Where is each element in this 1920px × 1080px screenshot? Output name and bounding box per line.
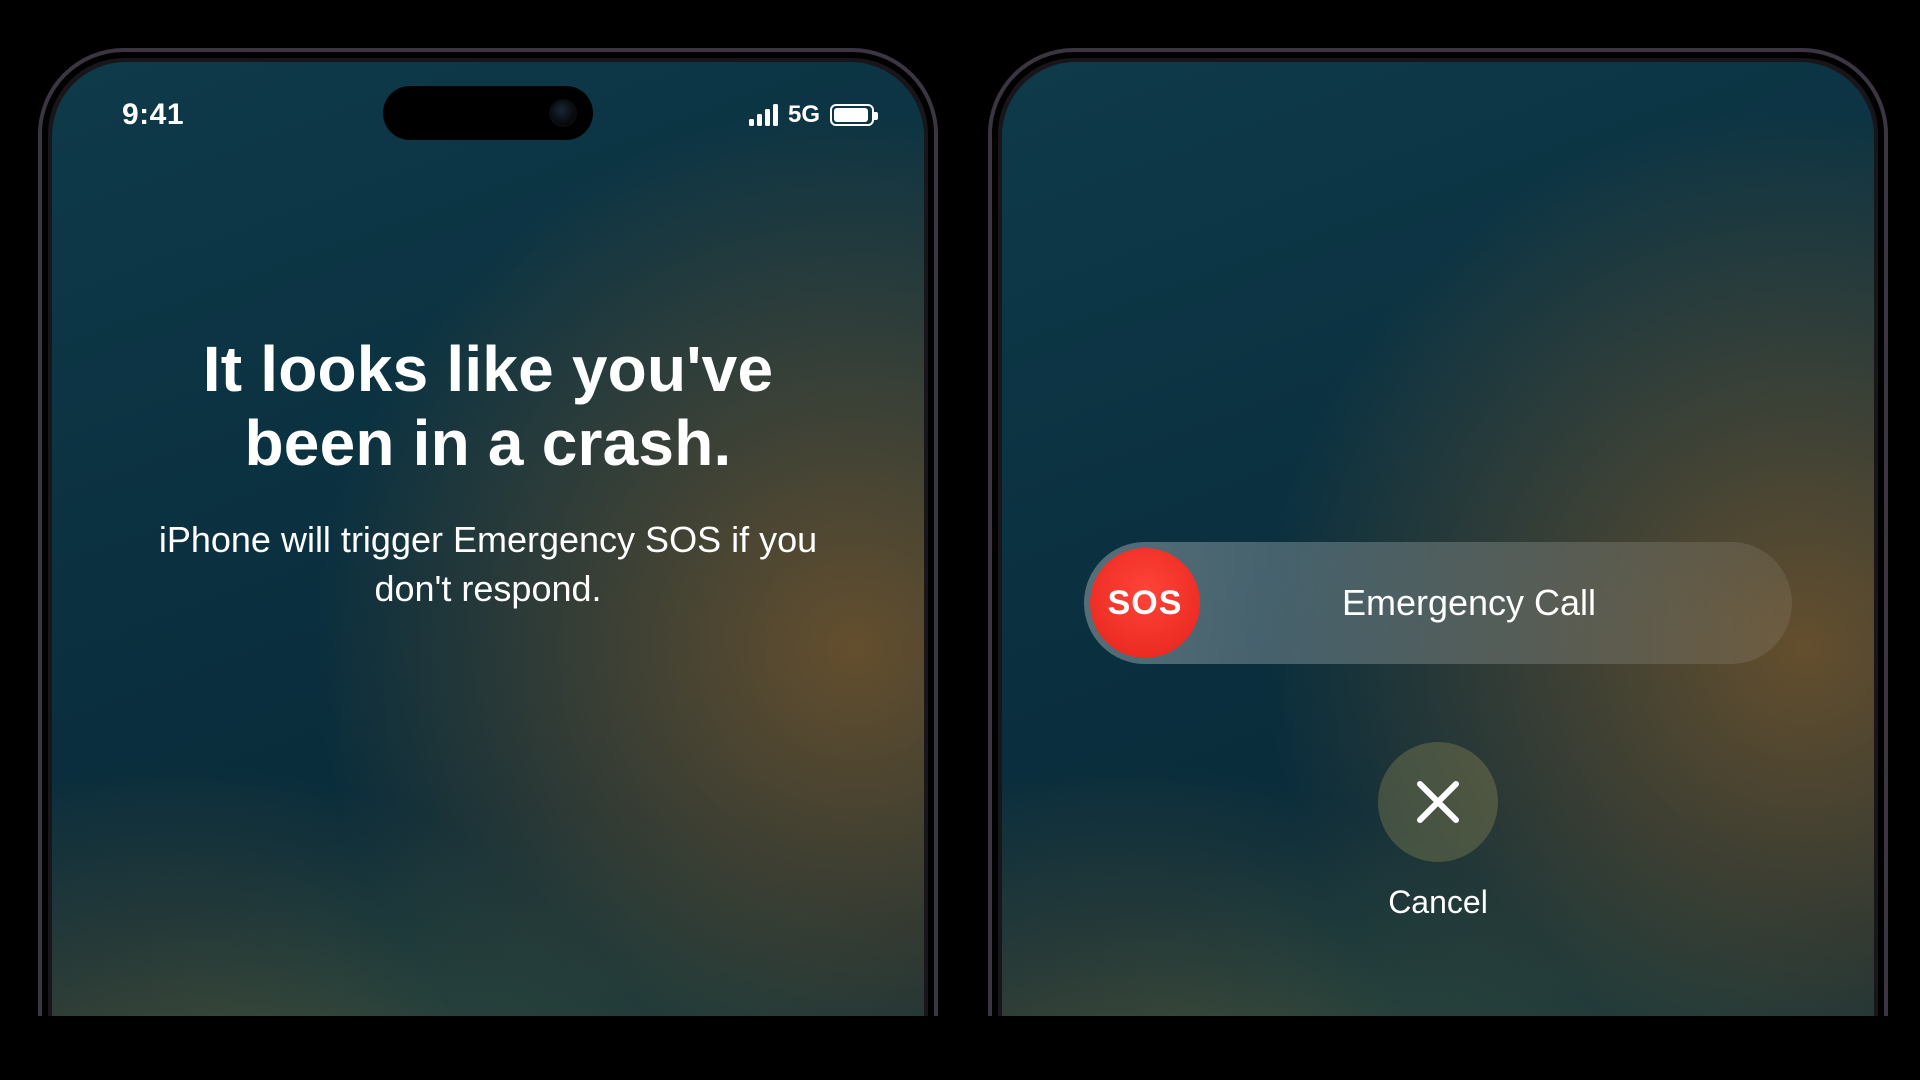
phone-screen-right: SOS Emergency Call Cancel — [1002, 62, 1874, 1080]
cancel-button[interactable] — [1378, 742, 1498, 862]
close-icon — [1412, 776, 1464, 828]
crash-headline: It looks like you've been in a crash. — [122, 332, 854, 480]
battery-icon — [830, 104, 874, 126]
crash-subtext: iPhone will trigger Emergency SOS if you… — [152, 516, 824, 613]
phone-frame-right: SOS Emergency Call Cancel — [988, 48, 1888, 1080]
sos-slider-thumb[interactable]: SOS — [1090, 548, 1200, 658]
status-bar: 9:41 5G — [52, 88, 924, 142]
emergency-call-slider[interactable]: SOS Emergency Call — [1084, 542, 1792, 664]
cellular-signal-icon — [749, 104, 778, 126]
emergency-call-label: Emergency Call — [1206, 582, 1792, 624]
sos-thumb-label: SOS — [1108, 584, 1183, 623]
status-time: 9:41 — [122, 98, 184, 132]
crash-detection-message: It looks like you've been in a crash. iP… — [122, 332, 854, 614]
phone-frame-left: 9:41 5G It looks like you've been in a c… — [38, 48, 938, 1080]
network-label: 5G — [788, 101, 820, 129]
phone-screen-left: 9:41 5G It looks like you've been in a c… — [52, 62, 924, 1080]
cancel-label: Cancel — [1388, 884, 1488, 921]
